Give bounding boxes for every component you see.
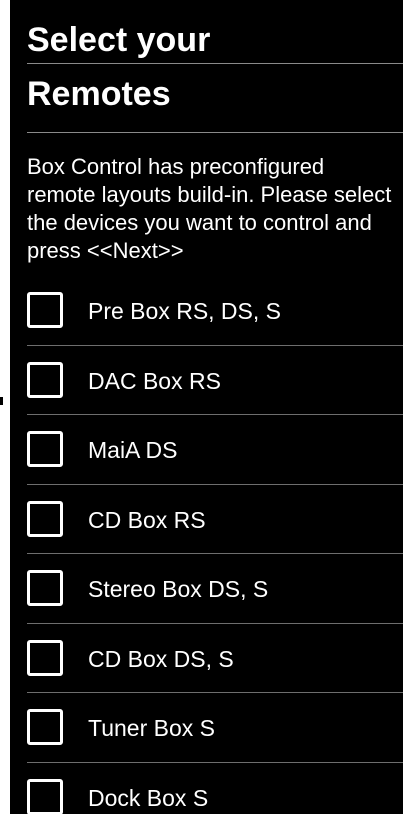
checkbox-icon[interactable] [27,570,63,606]
checkbox-icon[interactable] [27,361,63,398]
edge-marker [0,397,3,405]
device-item-cd-box-ds[interactable]: CD Box DS, S [27,624,403,693]
device-item-cd-box-rs[interactable]: CD Box RS [27,485,403,554]
device-label: Tuner Box S [88,715,215,741]
title-divider [27,63,403,64]
device-item-maia[interactable]: MaiA DS [27,415,403,485]
device-label: MaiA DS [88,437,178,463]
device-list: Pre Box RS, DS, S DAC Box RS MaiA DS CD … [27,276,403,814]
checkbox-icon[interactable] [27,639,63,676]
page-title-line-2: Remotes [27,75,171,113]
checkbox-icon[interactable] [27,709,63,745]
header-divider [27,132,403,133]
device-label: CD Box DS, S [88,645,234,672]
device-item-dock-box[interactable]: Dock Box S [27,763,403,814]
device-label: DAC Box RS [88,367,221,394]
checkbox-icon[interactable] [27,431,63,467]
device-item-dac-box[interactable]: DAC Box RS [27,346,403,415]
checkbox-icon[interactable] [27,292,63,328]
instructions-text: Box Control has preconfigured remote lay… [27,154,392,263]
device-item-pre-box[interactable]: Pre Box RS, DS, S [27,276,403,346]
device-label: Stereo Box DS, S [88,576,269,602]
device-label: CD Box RS [88,506,206,533]
checkbox-icon[interactable] [27,500,63,537]
page-title-line-1: Select your [27,21,211,59]
device-label: Dock Box S [88,784,209,811]
device-item-tuner-box[interactable]: Tuner Box S [27,693,403,763]
checkbox-icon[interactable] [27,778,63,814]
device-label: Pre Box RS, DS, S [88,298,282,324]
device-item-stereo-box[interactable]: Stereo Box DS, S [27,554,403,624]
remote-selection-screen: Select your Remotes Box Control has prec… [10,0,403,814]
